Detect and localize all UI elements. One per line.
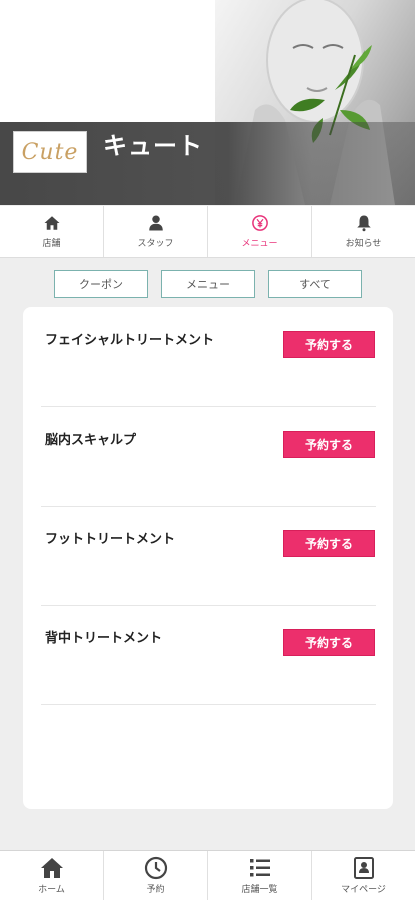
menu-item-name: フットトリートメント xyxy=(45,531,176,546)
top-nav-label: スタッフ xyxy=(137,238,174,248)
book-button[interactable]: 予約する xyxy=(283,331,375,358)
filter-all-button[interactable]: すべて xyxy=(268,270,362,298)
menu-card: フェイシャルトリートメント 予約する 脳内スキャルプ 予約する フットトリートメ… xyxy=(23,307,393,809)
menu-item: 背中トリートメント 予約する xyxy=(41,605,376,705)
filter-coupon-button[interactable]: クーポン xyxy=(54,270,148,298)
bottom-nav-item-home[interactable]: ホーム xyxy=(0,851,104,900)
top-nav: 店舗 スタッフ メニュー お知らせ xyxy=(0,206,415,258)
bottom-nav-item-store-list[interactable]: 店舗一覧 xyxy=(208,851,312,900)
person-icon xyxy=(148,215,163,231)
menu-item: フェイシャルトリートメント 予約する xyxy=(41,307,376,407)
top-nav-label: 店舗 xyxy=(42,238,61,248)
top-nav-item-staff[interactable]: スタッフ xyxy=(104,206,208,257)
bell-icon xyxy=(356,215,371,232)
bottom-nav-item-mypage[interactable]: マイページ xyxy=(312,851,415,900)
salon-name: キュート xyxy=(103,133,203,160)
bottom-nav-label: マイページ xyxy=(341,884,386,894)
book-button[interactable]: 予約する xyxy=(283,431,375,458)
menu-item-name: フェイシャルトリートメント xyxy=(45,332,215,347)
list-icon xyxy=(249,859,270,877)
bottom-nav-label: ホーム xyxy=(38,884,65,894)
profile-card-icon xyxy=(353,857,374,879)
book-button[interactable]: 予約する xyxy=(283,629,375,656)
bottom-nav-label: 予約 xyxy=(146,884,165,894)
top-nav-item-news[interactable]: お知らせ xyxy=(312,206,415,257)
clock-icon xyxy=(144,856,167,880)
filter-row: クーポン メニュー すべて xyxy=(0,270,415,298)
bottom-nav: ホーム 予約 店舗一覧 マイページ xyxy=(0,850,415,900)
top-nav-item-store[interactable]: 店舗 xyxy=(0,206,104,257)
logo-text: Cute xyxy=(21,139,79,165)
book-button[interactable]: 予約する xyxy=(283,530,375,557)
bottom-nav-label: 店舗一覧 xyxy=(241,884,278,894)
home-icon xyxy=(44,216,59,230)
yen-icon xyxy=(251,215,268,231)
salon-logo: Cute xyxy=(13,131,87,173)
filter-menu-button[interactable]: メニュー xyxy=(161,270,255,298)
top-nav-item-menu[interactable]: メニュー xyxy=(208,206,312,257)
menu-item: フットトリートメント 予約する xyxy=(41,506,376,606)
hero-header: Cute キュート xyxy=(0,0,415,205)
home-icon xyxy=(40,858,63,878)
menu-item-name: 脳内スキャルプ xyxy=(45,432,137,447)
menu-item: 脳内スキャルプ 予約する xyxy=(41,407,376,507)
bottom-nav-item-reservation[interactable]: 予約 xyxy=(104,851,208,900)
top-nav-label: メニュー xyxy=(241,238,278,248)
menu-item-name: 背中トリートメント xyxy=(45,630,163,645)
top-nav-label: お知らせ xyxy=(345,238,382,248)
